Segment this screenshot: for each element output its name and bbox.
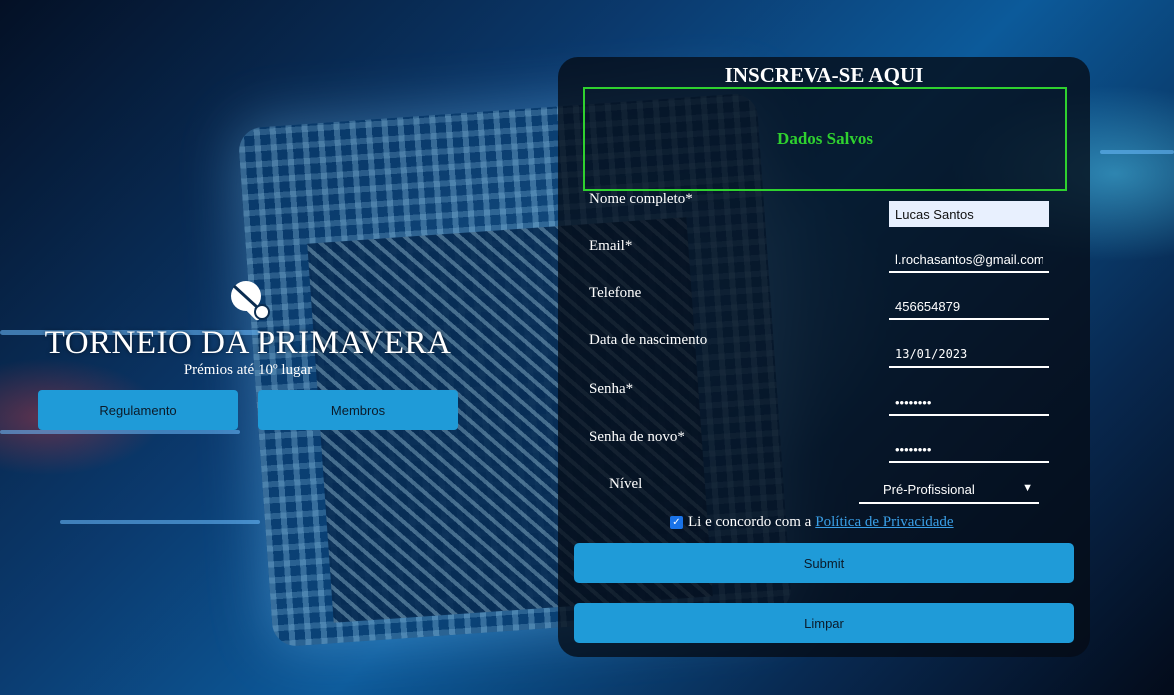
consent-checkbox[interactable]: ✓: [670, 516, 683, 529]
senha-novo-label: Senha de novo*: [589, 429, 685, 445]
nome-label: Nome completo*: [589, 191, 693, 207]
senha-input[interactable]: [889, 390, 1049, 416]
nivel-selected-value: Pré-Profissional: [883, 481, 975, 497]
privacy-consent: ✓ Li e concordo com a Política de Privac…: [670, 514, 954, 531]
privacy-policy-link[interactable]: Política de Privacidade: [815, 514, 953, 531]
background-trace: [60, 520, 260, 524]
hero-subtitle: Prémios até 10º lugar: [183, 362, 313, 378]
ping-pong-paddle-icon: [231, 281, 270, 321]
registration-form: INSCREVA-SE AQUI Dados Salvos Nome compl…: [558, 57, 1090, 657]
submit-button[interactable]: Submit: [574, 543, 1074, 583]
background-trace: [0, 430, 240, 434]
status-message: Dados Salvos: [583, 87, 1067, 191]
form-title: INSCREVA-SE AQUI: [724, 63, 924, 87]
nivel-select[interactable]: Pré-Profissional ▼: [859, 476, 1039, 504]
senha-novo-input[interactable]: [889, 437, 1049, 463]
nome-input[interactable]: [889, 201, 1049, 227]
nascimento-date-input[interactable]: [889, 342, 1049, 368]
nivel-label: Nível: [609, 476, 643, 492]
email-input[interactable]: [889, 247, 1049, 273]
hero-title: TORNEIO DA PRIMAVERA: [44, 325, 452, 361]
hero-section: TORNEIO DA PRIMAVERA Prémios até 10º lug…: [38, 276, 458, 430]
senha-label: Senha*: [589, 381, 634, 397]
membros-button[interactable]: Membros: [258, 390, 458, 430]
hero-nav: Regulamento Membros: [38, 390, 458, 430]
clear-button[interactable]: Limpar: [574, 603, 1074, 643]
chevron-down-icon: ▼: [1022, 482, 1033, 494]
telefone-input[interactable]: [889, 294, 1049, 320]
consent-text: Li e concordo com a: [688, 514, 812, 530]
background-trace: [1100, 150, 1174, 154]
email-label: Email*: [589, 238, 633, 254]
telefone-label: Telefone: [589, 285, 642, 301]
nascimento-label: Data de nascimento: [589, 332, 708, 348]
regulamento-button[interactable]: Regulamento: [38, 390, 238, 430]
